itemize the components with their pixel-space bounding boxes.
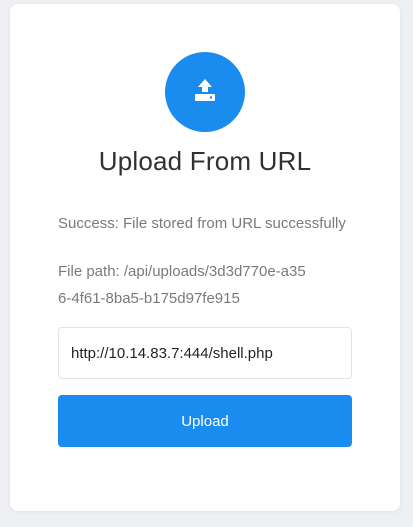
upload-button[interactable]: Upload — [58, 395, 352, 447]
file-path-text: File path: /api/uploads/3d3d770e-a356-4f… — [58, 263, 306, 307]
page-title: Upload From URL — [98, 146, 312, 176]
upload-icon — [191, 76, 219, 109]
upload-icon-badge — [165, 52, 245, 132]
status-message: Success: File stored from URL successful… — [58, 215, 346, 232]
url-input[interactable] — [58, 327, 352, 379]
upload-card: Upload From URL Success: File stored fro… — [10, 4, 400, 511]
